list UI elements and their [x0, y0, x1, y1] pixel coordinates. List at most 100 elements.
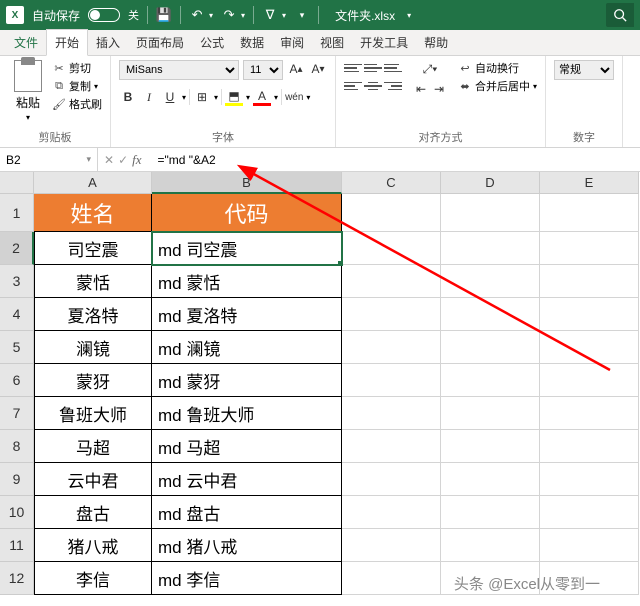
- cell-B8[interactable]: md 马超: [152, 430, 342, 463]
- cell-E4[interactable]: [540, 298, 639, 331]
- cell-C10[interactable]: [342, 496, 441, 529]
- tab-数据[interactable]: 数据: [232, 30, 272, 55]
- cell-B11[interactable]: md 猪八戒: [152, 529, 342, 562]
- align-top-button[interactable]: [344, 60, 362, 76]
- font-family-select[interactable]: MiSans: [119, 60, 239, 80]
- cell-D10[interactable]: [441, 496, 540, 529]
- formula-input[interactable]: ="md "&A2: [152, 153, 640, 167]
- cell-A11[interactable]: 猪八戒: [34, 529, 152, 562]
- cell-E9[interactable]: [540, 463, 639, 496]
- autosave-toggle[interactable]: [88, 8, 120, 22]
- row-header-8[interactable]: 8: [0, 430, 34, 463]
- cell-D5[interactable]: [441, 331, 540, 364]
- tab-开始[interactable]: 开始: [46, 29, 88, 56]
- qat-customize-icon[interactable]: ▾: [294, 7, 310, 23]
- cell-B2[interactable]: md 司空震: [152, 232, 342, 265]
- number-format-select[interactable]: 常规: [554, 60, 614, 80]
- row-header-11[interactable]: 11: [0, 529, 34, 562]
- fx-icon[interactable]: fx: [132, 152, 141, 168]
- accept-formula-icon[interactable]: ✓: [118, 153, 128, 167]
- cell-D2[interactable]: [441, 232, 540, 265]
- cell-A12[interactable]: 李信: [34, 562, 152, 595]
- cell-D9[interactable]: [441, 463, 540, 496]
- column-header-B[interactable]: B: [152, 172, 342, 194]
- border-button[interactable]: ⊞: [193, 88, 211, 106]
- cell-A5[interactable]: 澜镜: [34, 331, 152, 364]
- cell-A1[interactable]: 姓名: [34, 194, 152, 232]
- wrap-text-button[interactable]: ↩自动换行: [458, 60, 537, 76]
- tab-页面布局[interactable]: 页面布局: [128, 30, 192, 55]
- cell-C9[interactable]: [342, 463, 441, 496]
- cell-D3[interactable]: [441, 265, 540, 298]
- redo-icon[interactable]: ↷: [221, 7, 237, 23]
- tab-开发工具[interactable]: 开发工具: [352, 30, 416, 55]
- cell-B3[interactable]: md 蒙恬: [152, 265, 342, 298]
- tab-审阅[interactable]: 审阅: [272, 30, 312, 55]
- cell-E3[interactable]: [540, 265, 639, 298]
- cell-E6[interactable]: [540, 364, 639, 397]
- search-button[interactable]: [606, 3, 634, 27]
- undo-caret[interactable]: ▾: [209, 11, 213, 20]
- cell-C2[interactable]: [342, 232, 441, 265]
- cell-C11[interactable]: [342, 529, 441, 562]
- align-bottom-button[interactable]: [384, 60, 402, 76]
- cell-D1[interactable]: [441, 194, 540, 232]
- cell-A10[interactable]: 盘古: [34, 496, 152, 529]
- cell-D11[interactable]: [441, 529, 540, 562]
- column-header-A[interactable]: A: [34, 172, 152, 194]
- bold-button[interactable]: B: [119, 88, 137, 106]
- underline-button[interactable]: U: [161, 88, 179, 106]
- align-middle-button[interactable]: [364, 60, 382, 76]
- cell-A8[interactable]: 马超: [34, 430, 152, 463]
- filter-icon[interactable]: ∇: [262, 7, 278, 23]
- row-header-10[interactable]: 10: [0, 496, 34, 529]
- cell-C3[interactable]: [342, 265, 441, 298]
- redo-caret[interactable]: ▾: [241, 11, 245, 20]
- tab-公式[interactable]: 公式: [192, 30, 232, 55]
- cell-C5[interactable]: [342, 331, 441, 364]
- cell-B10[interactable]: md 盘古: [152, 496, 342, 529]
- name-box[interactable]: B2 ▾: [0, 148, 98, 171]
- title-caret[interactable]: ▾: [407, 11, 411, 20]
- column-header-D[interactable]: D: [441, 172, 540, 194]
- decrease-indent-button[interactable]: ⇤: [412, 80, 430, 98]
- cells-area[interactable]: 姓名代码司空震md 司空震蒙恬md 蒙恬夏洛特md 夏洛特澜镜md 澜镜蒙犽md…: [34, 194, 639, 595]
- fill-color-button[interactable]: ⬒: [225, 88, 243, 106]
- tab-文件[interactable]: 文件: [6, 30, 46, 55]
- cell-D7[interactable]: [441, 397, 540, 430]
- cell-A3[interactable]: 蒙恬: [34, 265, 152, 298]
- paste-button[interactable]: 粘贴 ▾: [8, 60, 48, 122]
- increase-indent-button[interactable]: ⇥: [430, 80, 448, 98]
- cell-A6[interactable]: 蒙犽: [34, 364, 152, 397]
- cancel-formula-icon[interactable]: ✕: [104, 153, 114, 167]
- cell-E10[interactable]: [540, 496, 639, 529]
- cell-A2[interactable]: 司空震: [34, 232, 152, 265]
- align-left-button[interactable]: [344, 78, 362, 94]
- row-header-4[interactable]: 4: [0, 298, 34, 331]
- decrease-font-button[interactable]: A▾: [309, 60, 327, 78]
- cell-C7[interactable]: [342, 397, 441, 430]
- row-header-2[interactable]: 2: [0, 232, 34, 265]
- cell-C4[interactable]: [342, 298, 441, 331]
- cell-C1[interactable]: [342, 194, 441, 232]
- cell-E11[interactable]: [540, 529, 639, 562]
- align-right-button[interactable]: [384, 78, 402, 94]
- increase-font-button[interactable]: A▴: [287, 60, 305, 78]
- row-header-7[interactable]: 7: [0, 397, 34, 430]
- cell-C12[interactable]: [342, 562, 441, 595]
- cell-C6[interactable]: [342, 364, 441, 397]
- cell-B12[interactable]: md 李信: [152, 562, 342, 595]
- cut-button[interactable]: ✂剪切: [52, 60, 102, 76]
- italic-button[interactable]: I: [140, 88, 158, 106]
- font-size-select[interactable]: 11: [243, 60, 283, 80]
- cell-E2[interactable]: [540, 232, 639, 265]
- column-header-C[interactable]: C: [342, 172, 441, 194]
- phonetic-button[interactable]: wén: [285, 88, 303, 106]
- tab-视图[interactable]: 视图: [312, 30, 352, 55]
- copy-button[interactable]: ⧉复制 ▾: [52, 78, 102, 94]
- align-center-button[interactable]: [364, 78, 382, 94]
- cell-B5[interactable]: md 澜镜: [152, 331, 342, 364]
- cell-B6[interactable]: md 蒙犽: [152, 364, 342, 397]
- tab-帮助[interactable]: 帮助: [416, 30, 456, 55]
- cell-A9[interactable]: 云中君: [34, 463, 152, 496]
